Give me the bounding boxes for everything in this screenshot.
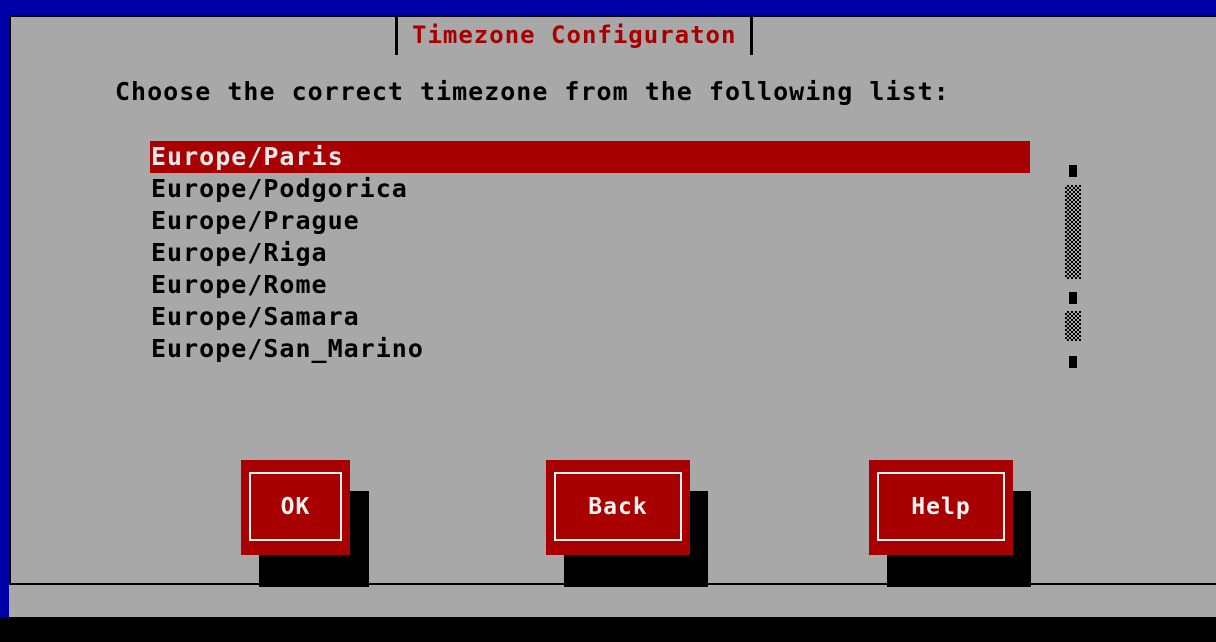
screen-left-edge — [0, 15, 9, 617]
dialog-border — [9, 15, 1216, 585]
bottom-status-bar — [0, 617, 1216, 642]
installer-screen: Timezone Configuraton Choose the correct… — [0, 0, 1216, 642]
